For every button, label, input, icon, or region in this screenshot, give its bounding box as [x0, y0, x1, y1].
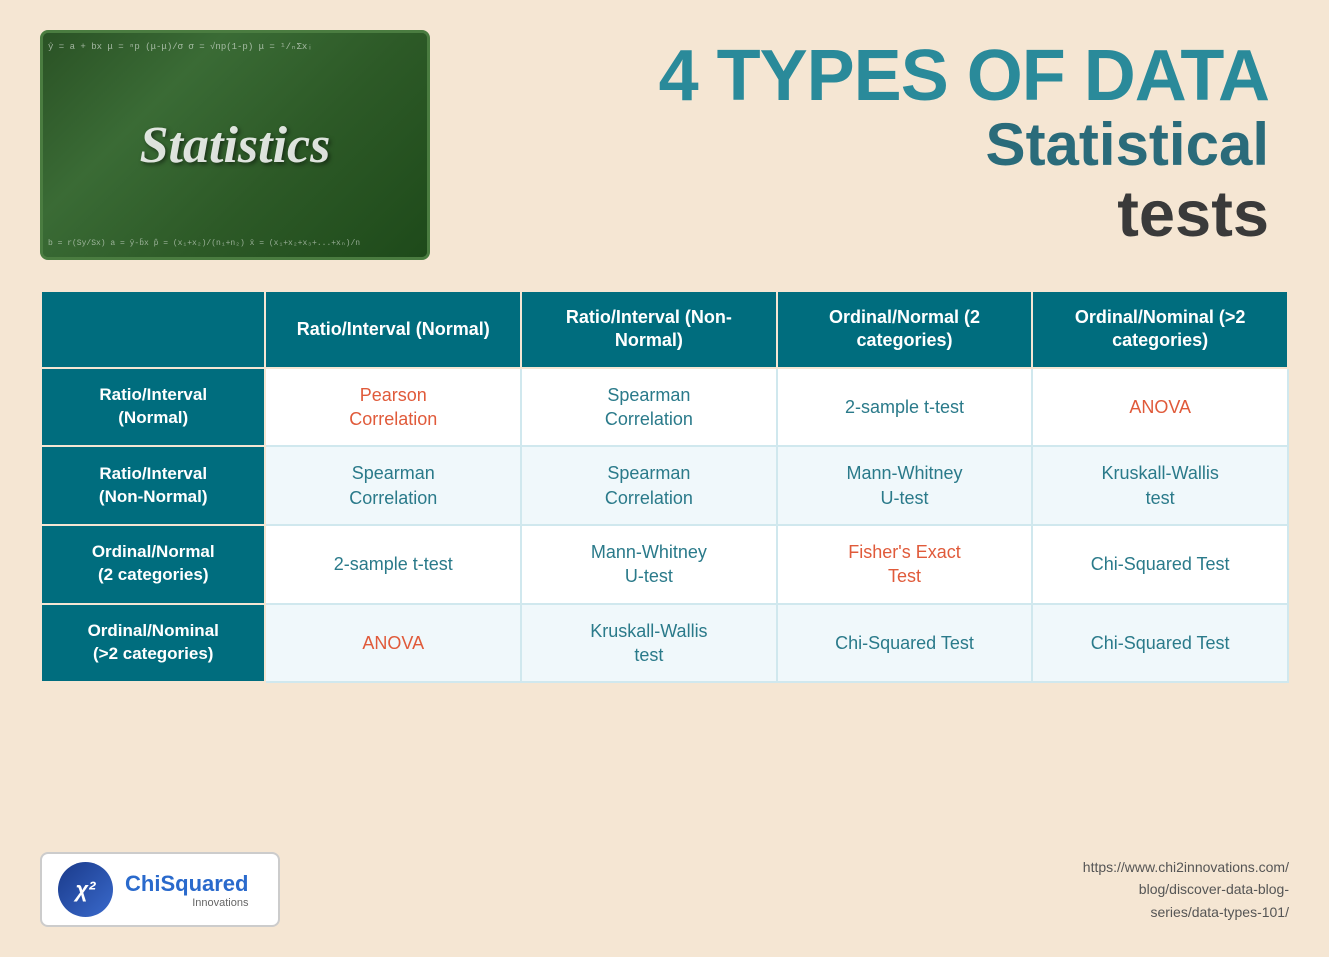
table-header-empty: [41, 291, 265, 368]
table-cell: Mann-WhitneyU-test: [777, 446, 1033, 525]
table-row: Ratio/Interval(Normal) PearsonCorrelatio…: [41, 368, 1288, 447]
table-header-ordinal-nominal: Ordinal/Nominal (>2 categories): [1032, 291, 1288, 368]
logo-innovations: Innovations: [125, 897, 248, 909]
table-cell: SpearmanCorrelation: [521, 446, 777, 525]
header: ŷ = a + bx μ = ⁿp (μ-μ)/σ σ = √np(1-p) μ…: [40, 30, 1289, 260]
statistics-table: Ratio/Interval (Normal) Ratio/Interval (…: [40, 290, 1289, 683]
table-cell: Fisher's ExactTest: [777, 525, 1033, 604]
logo-name: ChiSquared: [125, 871, 248, 897]
footer: χ² ChiSquared Innovations https://www.ch…: [40, 852, 1289, 927]
chi-squared-logo-icon: χ²: [58, 862, 113, 917]
row-header-ordinal-normal: Ordinal/Normal(2 categories): [41, 525, 265, 604]
table-row: Ordinal/Nominal(>2 categories) ANOVA Kru…: [41, 604, 1288, 683]
statistics-table-container: Ratio/Interval (Normal) Ratio/Interval (…: [40, 290, 1289, 822]
row-header-ratio-nonnormal: Ratio/Interval(Non-Normal): [41, 446, 265, 525]
url-line1: https://www.chi2innovations.com/: [1083, 859, 1289, 875]
table-cell: 2-sample t-test: [265, 525, 521, 604]
url-line3: series/data-types-101/: [1150, 904, 1289, 920]
logo-area: χ² ChiSquared Innovations: [40, 852, 280, 927]
chalkboard-formulas-bottom: b = r(Sy/Sx) a = ȳ-b̄x p̂ = (x₁+x₂)/(n₁+…: [48, 238, 422, 249]
table-cell: SpearmanCorrelation: [265, 446, 521, 525]
title-main: 4 TYPES OF DATA: [659, 40, 1269, 112]
title-area: 4 TYPES OF DATA Statistical tests: [430, 30, 1289, 250]
table-cell: Chi-Squared Test: [1032, 525, 1288, 604]
table-row: Ordinal/Normal(2 categories) 2-sample t-…: [41, 525, 1288, 604]
table-header-row: Ratio/Interval (Normal) Ratio/Interval (…: [41, 291, 1288, 368]
row-header-ordinal-nominal: Ordinal/Nominal(>2 categories): [41, 604, 265, 683]
table-header-ratio-normal: Ratio/Interval (Normal): [265, 291, 521, 368]
chalkboard-label: Statistics: [140, 116, 331, 175]
table-row: Ratio/Interval(Non-Normal) SpearmanCorre…: [41, 446, 1288, 525]
table-cell: ANOVA: [265, 604, 521, 683]
table-header-ratio-nonnormal: Ratio/Interval (Non-Normal): [521, 291, 777, 368]
url-line2: blog/discover-data-blog-: [1139, 881, 1289, 897]
table-cell: Kruskall-Wallistest: [1032, 446, 1288, 525]
title-sub1: Statistical: [986, 112, 1269, 178]
logo-chi: Chi: [125, 871, 160, 896]
logo-squared: Squared: [160, 871, 248, 896]
logo-text: ChiSquared Innovations: [125, 871, 248, 909]
footer-url: https://www.chi2innovations.com/ blog/di…: [1083, 856, 1289, 923]
chalkboard-image: ŷ = a + bx μ = ⁿp (μ-μ)/σ σ = √np(1-p) μ…: [40, 30, 430, 260]
chalkboard-formulas-top: ŷ = a + bx μ = ⁿp (μ-μ)/σ σ = √np(1-p) μ…: [48, 41, 422, 54]
table-cell: SpearmanCorrelation: [521, 368, 777, 447]
table-cell: 2-sample t-test: [777, 368, 1033, 447]
row-header-ratio-normal: Ratio/Interval(Normal): [41, 368, 265, 447]
table-cell: PearsonCorrelation: [265, 368, 521, 447]
table-cell: Kruskall-Wallistest: [521, 604, 777, 683]
table-cell: Chi-Squared Test: [777, 604, 1033, 683]
chi-squared-symbol: χ²: [75, 877, 95, 903]
table-cell: Mann-WhitneyU-test: [521, 525, 777, 604]
table-header-ordinal-normal: Ordinal/Normal (2 categories): [777, 291, 1033, 368]
title-sub2: tests: [1117, 178, 1269, 250]
table-cell: Chi-Squared Test: [1032, 604, 1288, 683]
table-cell: ANOVA: [1032, 368, 1288, 447]
